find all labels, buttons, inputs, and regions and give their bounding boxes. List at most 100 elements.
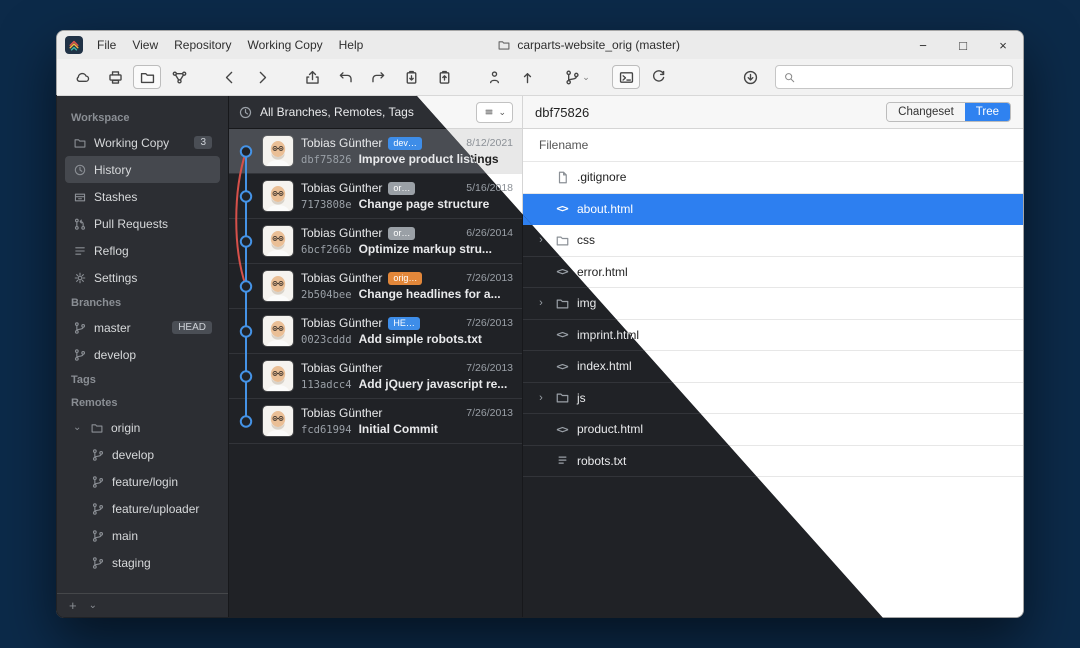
- avatar: [263, 181, 293, 211]
- sidebar-item-origin[interactable]: ⌄origin: [65, 414, 220, 441]
- branch-icon: [73, 321, 87, 335]
- menu-working-copy[interactable]: Working Copy: [248, 38, 323, 52]
- commit-date: 7/26/2013: [466, 362, 513, 374]
- rebase-button[interactable]: [363, 64, 393, 90]
- close-button[interactable]: ×: [983, 31, 1023, 59]
- chevron-left-icon: [221, 69, 238, 86]
- code-icon: <>: [553, 423, 571, 436]
- window-title: carparts-website_orig (master): [497, 38, 680, 52]
- folder-icon: [497, 38, 511, 52]
- chevron-right-icon[interactable]: ›: [535, 297, 547, 309]
- branch-icon: [564, 69, 581, 86]
- file-row[interactable]: ›css: [523, 225, 1023, 257]
- sidebar-item-main[interactable]: main: [83, 522, 220, 549]
- count-badge: 3: [194, 136, 212, 149]
- commit-row[interactable]: Tobias Güntherorig…7/26/20132b504beeChan…: [229, 264, 522, 309]
- sidebar-item-reflog[interactable]: Reflog: [65, 237, 220, 264]
- sidebar-item-pull-requests[interactable]: Pull Requests: [65, 210, 220, 237]
- sidebar-item-master[interactable]: masterHEAD: [65, 314, 220, 341]
- back-button[interactable]: [214, 64, 244, 90]
- refresh-button[interactable]: [643, 64, 673, 90]
- search-input[interactable]: [802, 70, 1005, 84]
- minimize-button[interactable]: −: [903, 31, 943, 59]
- file-name: robots.txt: [577, 454, 626, 468]
- person-icon: [486, 69, 503, 86]
- file-row[interactable]: <>about.html: [523, 194, 1023, 226]
- branch-filter-dropdown[interactable]: ⌄: [476, 102, 513, 123]
- repository-button[interactable]: [133, 65, 161, 89]
- commit-hash: fcd61994: [301, 424, 352, 436]
- add-button[interactable]: +: [69, 598, 77, 613]
- push-button[interactable]: [512, 64, 542, 90]
- print-button[interactable]: [100, 64, 130, 90]
- chevron-right-icon[interactable]: ›: [535, 392, 547, 404]
- download-button[interactable]: [735, 64, 765, 90]
- maximize-button[interactable]: □: [943, 31, 983, 59]
- document-icon: [553, 170, 571, 185]
- menu-view[interactable]: View: [132, 38, 158, 52]
- sidebar-item-staging[interactable]: staging: [83, 549, 220, 576]
- arrow-up-icon: [519, 69, 536, 86]
- commit-message: Change headlines for a...: [359, 287, 501, 301]
- chevron-down-icon: ⌄: [498, 107, 506, 118]
- sidebar-item-develop[interactable]: develop: [65, 341, 220, 368]
- commit-row[interactable]: Tobias Güntheror…6/26/20146bcf266bOptimi…: [229, 219, 522, 264]
- branch-badge: HE…: [388, 317, 420, 330]
- merge-button[interactable]: [330, 64, 360, 90]
- branch-filter-label: All Branches, Remotes, Tags: [260, 105, 414, 119]
- stash-apply-button[interactable]: [429, 64, 459, 90]
- sidebar-item-feature-uploader[interactable]: feature/uploader: [83, 495, 220, 522]
- sidebar-item-feature-login[interactable]: feature/login: [83, 468, 220, 495]
- commit-row[interactable]: Tobias Günther7/26/2013113adcc4Add jQuer…: [229, 354, 522, 399]
- search-icon: [783, 71, 796, 84]
- sidebar-item-working-copy[interactable]: Working Copy3: [65, 129, 220, 156]
- branch-icon: [91, 556, 105, 570]
- sidebar-item-stashes[interactable]: Stashes: [65, 183, 220, 210]
- cloud-button[interactable]: [67, 64, 97, 90]
- chevron-down-icon: ⌄: [582, 72, 590, 83]
- commit-graph-button[interactable]: [164, 64, 194, 90]
- toolbar: ⌄: [57, 59, 1023, 96]
- commit-row[interactable]: Tobias Güntheror…5/16/20187173808eChange…: [229, 174, 522, 219]
- sidebar-item-history[interactable]: History: [65, 156, 220, 183]
- commit-hash-title: dbf75826: [535, 105, 589, 120]
- commit-graph-icon: [171, 69, 188, 86]
- folder-icon: [90, 421, 104, 435]
- branch-menu-button[interactable]: ⌄: [562, 64, 592, 90]
- branch-badge: dev…: [388, 137, 422, 150]
- code-icon: <>: [553, 328, 571, 341]
- chevron-down-icon[interactable]: ⌄: [73, 422, 83, 433]
- changeset-button[interactable]: Changeset: [887, 103, 965, 121]
- menu-repository[interactable]: Repository: [174, 38, 231, 52]
- clock-history-icon: [73, 163, 87, 177]
- menu-lines-icon: [483, 106, 495, 118]
- menu-file[interactable]: File: [97, 38, 116, 52]
- pull-request-icon: [73, 217, 87, 231]
- commit-message: Initial Commit: [359, 422, 438, 436]
- commit-date: 6/26/2014: [466, 227, 513, 239]
- menu-help[interactable]: Help: [339, 38, 364, 52]
- stash-save-button[interactable]: [396, 64, 426, 90]
- arrow-bend-left-icon: [337, 69, 354, 86]
- chevron-down-icon[interactable]: ⌄: [89, 600, 97, 611]
- tree-button[interactable]: Tree: [965, 103, 1010, 121]
- commit-message: Optimize markup stru...: [359, 242, 492, 256]
- toolbar-right-group: [735, 64, 1013, 90]
- commit-button[interactable]: [479, 64, 509, 90]
- sidebar-item-origin-develop[interactable]: develop: [83, 441, 220, 468]
- commit-hash: 113adcc4: [301, 379, 352, 391]
- file-name: .gitignore: [577, 170, 626, 184]
- commit-row[interactable]: Tobias GüntherHE…7/26/20130023cdddAdd si…: [229, 309, 522, 354]
- terminal-button[interactable]: [612, 65, 640, 89]
- sidebar-item-settings[interactable]: Settings: [65, 264, 220, 291]
- search-box[interactable]: [775, 65, 1013, 89]
- share-button[interactable]: [297, 64, 327, 90]
- commit-hash: 6bcf266b: [301, 244, 352, 256]
- file-row[interactable]: <>error.html: [523, 257, 1023, 289]
- titlebar: File View Repository Working Copy Help c…: [57, 31, 1023, 59]
- view-toggle: Changeset Tree: [886, 102, 1011, 122]
- file-row[interactable]: .gitignore: [523, 162, 1023, 194]
- commit-row[interactable]: Tobias Günther7/26/2013fcd61994Initial C…: [229, 399, 522, 444]
- forward-button[interactable]: [247, 64, 277, 90]
- branch-icon: [91, 502, 105, 516]
